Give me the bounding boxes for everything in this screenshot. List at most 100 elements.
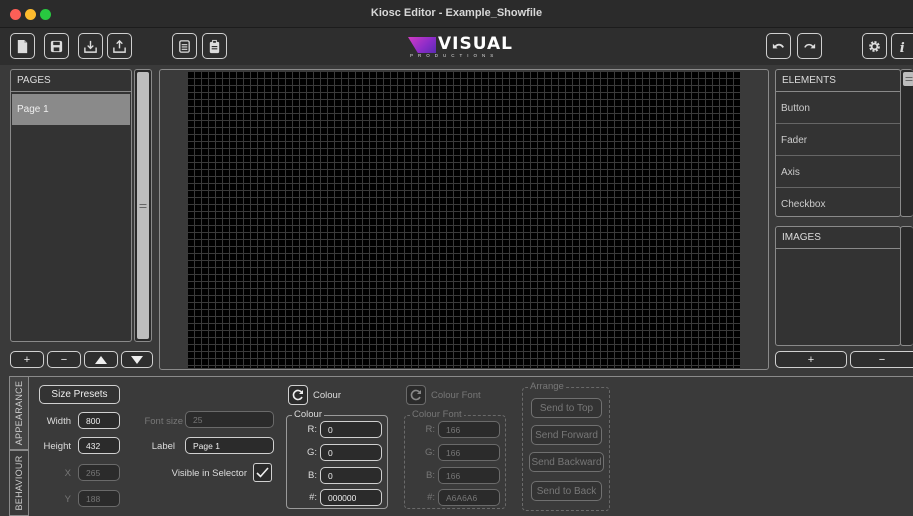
colour-toggle-label: Colour	[313, 390, 341, 401]
toolbar: VISUAL PRODUCTIONS i	[0, 28, 913, 65]
export-icon	[113, 39, 126, 53]
colour-r-field[interactable]: 0	[320, 421, 382, 438]
import-icon	[84, 40, 97, 53]
remove-page-button[interactable]: −	[47, 351, 81, 368]
tab-appearance[interactable]: APPEARANCE	[9, 376, 29, 450]
colour-hex-field[interactable]: 000000	[320, 489, 382, 506]
copy-button[interactable]	[172, 33, 197, 59]
colour-font-hex-field[interactable]: A6A6A6	[438, 489, 500, 506]
colour-r-label: R:	[307, 424, 318, 435]
height-field[interactable]: 432	[78, 437, 120, 454]
colour-font-toggle-label: Colour Font	[431, 390, 481, 401]
canvas-area	[159, 69, 769, 370]
save-button[interactable]	[44, 33, 69, 59]
elements-panel: ELEMENTS Button Fader Axis Checkbox	[775, 69, 901, 217]
pages-scrollbar[interactable]	[134, 69, 152, 342]
colour-font-b-label: B:	[426, 470, 435, 481]
gear-icon	[869, 40, 880, 52]
kiosc-editor-window: Kiosc Editor - Example_Showfile VISUAL P…	[0, 0, 913, 516]
add-page-button[interactable]: +	[10, 351, 44, 368]
size-presets-button[interactable]: Size Presets	[39, 385, 120, 404]
move-page-down-button[interactable]	[121, 351, 153, 368]
font-size-field[interactable]: 25	[185, 411, 274, 428]
colour-font-toggle-button[interactable]	[406, 385, 426, 405]
logo-subtext: PRODUCTIONS	[410, 53, 499, 58]
undo-icon	[772, 43, 785, 48]
export-button[interactable]	[107, 33, 132, 59]
element-item-checkbox[interactable]: Checkbox	[776, 189, 900, 220]
images-scrollbar[interactable]	[900, 226, 913, 346]
colour-font-group: Colour Font R: 166 G: 166 B: 166 #: A6A6…	[404, 409, 506, 509]
visual-productions-logo: VISUAL PRODUCTIONS	[408, 34, 528, 60]
colour-font-hex-label: #:	[427, 492, 435, 503]
colour-font-group-title: Colour Font	[410, 409, 464, 420]
colour-font-g-label: G:	[424, 447, 435, 458]
save-icon	[50, 40, 63, 52]
visible-in-selector-checkbox[interactable]	[253, 463, 272, 482]
colour-font-r-field[interactable]: 166	[438, 421, 500, 438]
font-size-label: Font size	[144, 416, 183, 427]
colour-g-field[interactable]: 0	[320, 444, 382, 461]
paste-button[interactable]	[202, 33, 227, 59]
colour-group-title: Colour	[292, 409, 324, 420]
window-title: Kiosc Editor - Example_Showfile	[370, 7, 543, 19]
import-button[interactable]	[78, 33, 103, 59]
undo-button[interactable]	[766, 33, 791, 59]
label-label: Label	[151, 441, 175, 452]
move-page-up-button[interactable]	[84, 351, 118, 368]
copy-icon	[179, 39, 190, 53]
info-button[interactable]: i	[891, 33, 913, 59]
y-label: Y	[64, 494, 71, 505]
arrange-group-title: Arrange	[528, 381, 566, 392]
pages-scroll-thumb[interactable]	[137, 72, 149, 339]
colour-group: Colour R: 0 G: 0 B: 0 #: 000000	[286, 409, 388, 509]
send-backward-button[interactable]: Send Backward	[529, 452, 604, 472]
design-canvas[interactable]	[187, 71, 741, 368]
info-icon: i	[900, 41, 905, 54]
grip-icon	[905, 77, 912, 81]
triangle-down-icon	[131, 355, 143, 364]
add-image-button[interactable]: +	[775, 351, 847, 368]
send-forward-button[interactable]: Send Forward	[531, 425, 602, 445]
colour-b-label: B:	[308, 470, 317, 481]
checkmark-icon	[256, 467, 269, 478]
width-label: Width	[46, 416, 71, 427]
svg-text:i: i	[900, 41, 905, 54]
new-file-button[interactable]	[10, 33, 35, 59]
tab-behaviour[interactable]: BEHAVIOUR	[9, 450, 29, 516]
redo-icon	[804, 43, 816, 48]
tab-appearance-label: APPEARANCE	[14, 380, 24, 446]
elements-scroll-thumb[interactable]	[903, 72, 913, 86]
redo-button[interactable]	[797, 33, 822, 59]
refresh-icon	[292, 389, 303, 401]
send-to-back-button[interactable]: Send to Back	[531, 481, 602, 501]
refresh-icon	[410, 389, 421, 401]
elements-scrollbar[interactable]	[900, 69, 913, 217]
images-header: IMAGES	[776, 227, 900, 249]
logo-mark	[408, 37, 436, 53]
colour-font-g-field[interactable]: 166	[438, 444, 500, 461]
label-field[interactable]: Page 1	[185, 437, 274, 454]
colour-font-b-field[interactable]: 166	[438, 467, 500, 484]
settings-button[interactable]	[862, 33, 887, 59]
colour-hex-label: #:	[309, 492, 317, 503]
colour-toggle-button[interactable]	[288, 385, 308, 405]
remove-image-button[interactable]: −	[850, 351, 913, 368]
pages-header: PAGES	[11, 70, 131, 92]
y-field[interactable]: 188	[78, 490, 120, 507]
colour-b-field[interactable]: 0	[320, 467, 382, 484]
colour-font-r-label: R:	[425, 424, 436, 435]
element-item-fader[interactable]: Fader	[776, 125, 900, 156]
grip-icon	[139, 203, 147, 208]
element-item-button[interactable]: Button	[776, 93, 900, 124]
send-to-top-button[interactable]: Send to Top	[531, 398, 602, 418]
triangle-up-icon	[95, 355, 107, 364]
page-list-item[interactable]: Page 1	[12, 94, 130, 125]
arrange-group: Arrange Send to Top Send Forward Send Ba…	[522, 381, 610, 511]
tab-behaviour-label: BEHAVIOUR	[14, 455, 24, 511]
element-item-axis[interactable]: Axis	[776, 157, 900, 188]
appearance-panel: Size Presets Width 800 Height 432 X 265 …	[28, 376, 913, 516]
width-field[interactable]: 800	[78, 412, 120, 429]
new-file-icon	[17, 39, 28, 53]
x-field[interactable]: 265	[78, 464, 120, 481]
